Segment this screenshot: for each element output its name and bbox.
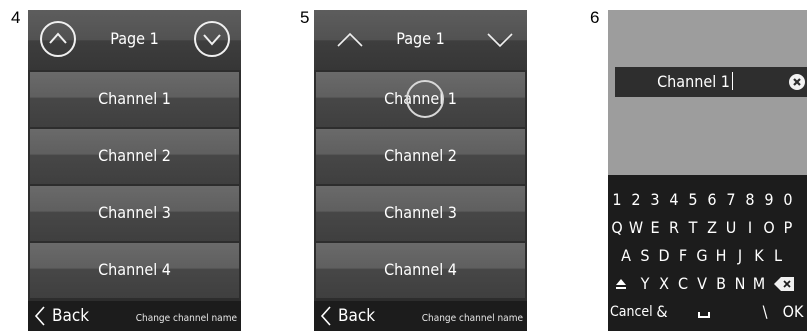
rename-keyboard-screen: Channel 1 1 2 3 4 5 6 7 8 9 0 Q W E R T … [608,10,807,331]
channel-button-2[interactable]: Channel 2 [316,129,525,184]
key-c[interactable]: C [674,271,692,297]
shift-key[interactable] [611,271,631,297]
clear-button[interactable] [789,74,805,90]
key-u[interactable]: U [722,215,740,241]
key-n[interactable]: N [731,271,749,297]
page-down-button[interactable] [194,21,230,57]
channel-button-2[interactable]: Channel 2 [30,129,239,184]
key-a[interactable]: A [617,243,635,269]
channel-button-1[interactable]: Channel 1 [30,72,239,127]
key-m[interactable]: M [750,271,768,297]
key-b[interactable]: B [712,271,730,297]
key-7[interactable]: 7 [722,187,740,213]
backspace-icon [774,277,794,291]
back-button[interactable]: Back [320,303,375,329]
key-e[interactable]: E [646,215,664,241]
key-j[interactable]: J [731,243,749,269]
chevron-left-icon [320,306,331,326]
channel-button-3[interactable]: Channel 3 [316,186,525,241]
change-channel-name-button[interactable]: Change channel name [136,313,237,324]
edit-area: Channel 1 [608,10,807,175]
key-l[interactable]: L [769,243,787,269]
tap-indicator [406,80,444,118]
key-d[interactable]: D [655,243,673,269]
footer-bar: Back Change channel name [314,301,527,331]
key-8[interactable]: 8 [741,187,759,213]
channel-name-value: Channel 1 [657,72,730,91]
key-1[interactable]: 1 [608,187,626,213]
key-q[interactable]: Q [608,215,626,241]
text-cursor [731,72,733,90]
channel-name-input[interactable]: Channel 1 [615,67,807,97]
space-bar-icon [698,312,710,318]
ok-key[interactable]: OK [778,299,807,325]
step-number-6: 6 [590,8,600,27]
backslash-key[interactable]: \ [758,299,772,325]
page-header: Page 1 [314,10,527,70]
footer-bar: Back Change channel name [28,301,241,331]
key-g[interactable]: G [693,243,711,269]
key-9[interactable]: 9 [760,187,778,213]
key-r[interactable]: R [665,215,683,241]
back-label: Back [52,306,90,326]
ampersand-key[interactable]: & [654,299,670,325]
clear-icon [793,78,801,86]
page-header: Page 1 [28,10,241,70]
backspace-key[interactable] [774,276,794,292]
key-3[interactable]: 3 [646,187,664,213]
key-4[interactable]: 4 [665,187,683,213]
page-down-button[interactable] [484,24,516,56]
back-label: Back [338,306,376,326]
key-z[interactable]: Z [703,215,721,241]
key-t[interactable]: T [684,215,702,241]
step-number-5: 5 [300,8,310,27]
chevron-down-icon [203,34,221,46]
channel-list-screen-step-5: Page 1 Channel 1 Channel 2 Channel 3 Cha… [314,10,527,331]
key-s[interactable]: S [636,243,654,269]
shift-icon [616,279,626,289]
key-f[interactable]: F [674,243,692,269]
change-channel-name-button[interactable]: Change channel name [422,313,523,324]
key-6[interactable]: 6 [703,187,721,213]
channel-button-4[interactable]: Channel 4 [316,243,525,298]
key-h[interactable]: H [712,243,730,269]
cancel-key[interactable]: Cancel [610,299,653,325]
key-w[interactable]: W [627,215,645,241]
step-number-4: 4 [11,8,21,27]
space-key[interactable] [674,299,734,325]
key-o[interactable]: O [760,215,778,241]
key-x[interactable]: X [655,271,673,297]
channel-button-4[interactable]: Channel 4 [30,243,239,298]
key-5[interactable]: 5 [684,187,702,213]
channel-list-screen-step-4: Page 1 Channel 1 Channel 2 Channel 3 Cha… [28,10,241,331]
key-p[interactable]: P [779,215,797,241]
key-y[interactable]: Y [636,271,654,297]
key-v[interactable]: V [693,271,711,297]
key-i[interactable]: I [741,215,759,241]
key-2[interactable]: 2 [627,187,645,213]
channel-button-3[interactable]: Channel 3 [30,186,239,241]
chevron-down-icon [487,33,513,48]
key-0[interactable]: 0 [779,187,797,213]
chevron-left-icon [34,306,45,326]
key-k[interactable]: K [750,243,768,269]
back-button[interactable]: Back [34,303,89,329]
